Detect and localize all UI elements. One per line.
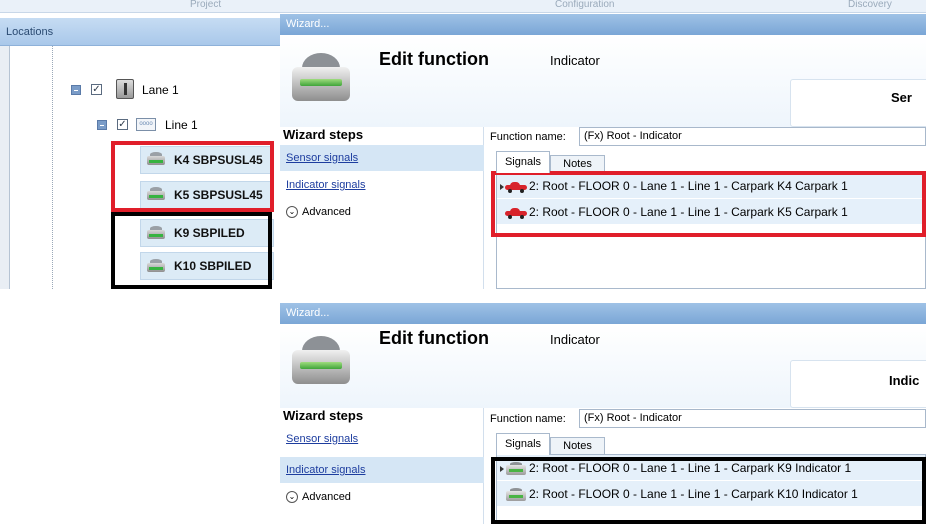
function-name-label: Function name: [490,131,566,143]
locations-header: Locations [0,18,291,46]
function-type-label: Indicator [550,53,600,68]
function-name-input[interactable]: (Fx) Root - Indicator [579,409,926,428]
panel-splitter[interactable] [0,46,10,289]
lane-icon [116,79,134,99]
discovery-tab[interactable]: Discovery [848,0,892,10]
wizard-header: Edit function Indicator Indic [280,324,926,408]
indicator-device-icon [290,336,352,386]
sensor-highlight-box [111,141,274,212]
advanced-toggle[interactable]: ⌄ Advanced [280,484,484,510]
top-menu-strip: Project Configuration Discovery [0,0,926,13]
advanced-label: Advanced [302,491,351,503]
indicator-signals-highlight-box [491,457,926,524]
tab-signals[interactable]: Signals [496,151,550,173]
tree-item-label: Line 1 [165,118,198,132]
sensor-signals-highlight-box [491,171,926,237]
indicator-device-icon [290,53,352,103]
wizard-header: Edit function Indicator Ser [280,35,926,127]
collapse-icon[interactable] [97,120,107,130]
wizard-steps-title: Wizard steps [283,408,364,423]
line-icon: oooo [136,118,156,131]
wizard-titlebar[interactable]: Wizard... [280,14,926,35]
function-name-input[interactable]: (Fx) Root - Indicator [579,127,926,146]
step-header-card: Indic [790,360,926,408]
wizard-window-sensor: Wizard... Edit function Indicator Ser Wi… [280,14,926,289]
step-sensor-signals[interactable]: Sensor signals [280,426,484,452]
tree-item-label: Lane 1 [142,83,179,97]
edit-function-title: Edit function [379,49,489,69]
tab-signals[interactable]: Signals [496,433,550,455]
step-indicator-signals[interactable]: Indicator signals [280,457,484,483]
function-type-label: Indicator [550,332,600,347]
lane-checkbox[interactable]: ✓ [91,84,102,95]
step-header-title: Ser [891,90,912,105]
step-header-card: Ser [790,79,926,127]
wizard-steps-panel: Wizard steps Sensor signals Indicator si… [280,408,484,524]
chevron-down-icon: ⌄ [286,206,298,219]
wizard-titlebar[interactable]: Wizard... [280,303,926,324]
step-header-title: Indic [889,373,920,388]
step-sensor-signals[interactable]: Sensor signals [280,145,484,171]
advanced-toggle[interactable]: ⌄ Advanced [280,199,484,225]
wizard-steps-panel: Wizard steps Sensor signals Indicator si… [280,127,484,289]
line-checkbox[interactable]: ✓ [117,119,128,130]
function-name-label: Function name: [490,413,566,425]
collapse-icon[interactable] [71,85,81,95]
step-indicator-signals[interactable]: Indicator signals [280,172,484,198]
tree-item-lane-1[interactable]: ✓ Lane 1 [68,78,278,102]
edit-function-title: Edit function [379,328,489,348]
tree-item-line-1[interactable]: ✓ oooo Line 1 [94,113,284,137]
wizard-steps-title: Wizard steps [283,127,364,142]
tree-guide-line [52,46,53,289]
project-tab[interactable]: Project [190,0,221,10]
configuration-tab[interactable]: Configuration [555,0,614,10]
advanced-label: Advanced [302,206,351,218]
chevron-down-icon: ⌄ [286,491,298,504]
indicator-highlight-box [111,212,272,289]
tab-notes[interactable]: Notes [550,437,605,455]
